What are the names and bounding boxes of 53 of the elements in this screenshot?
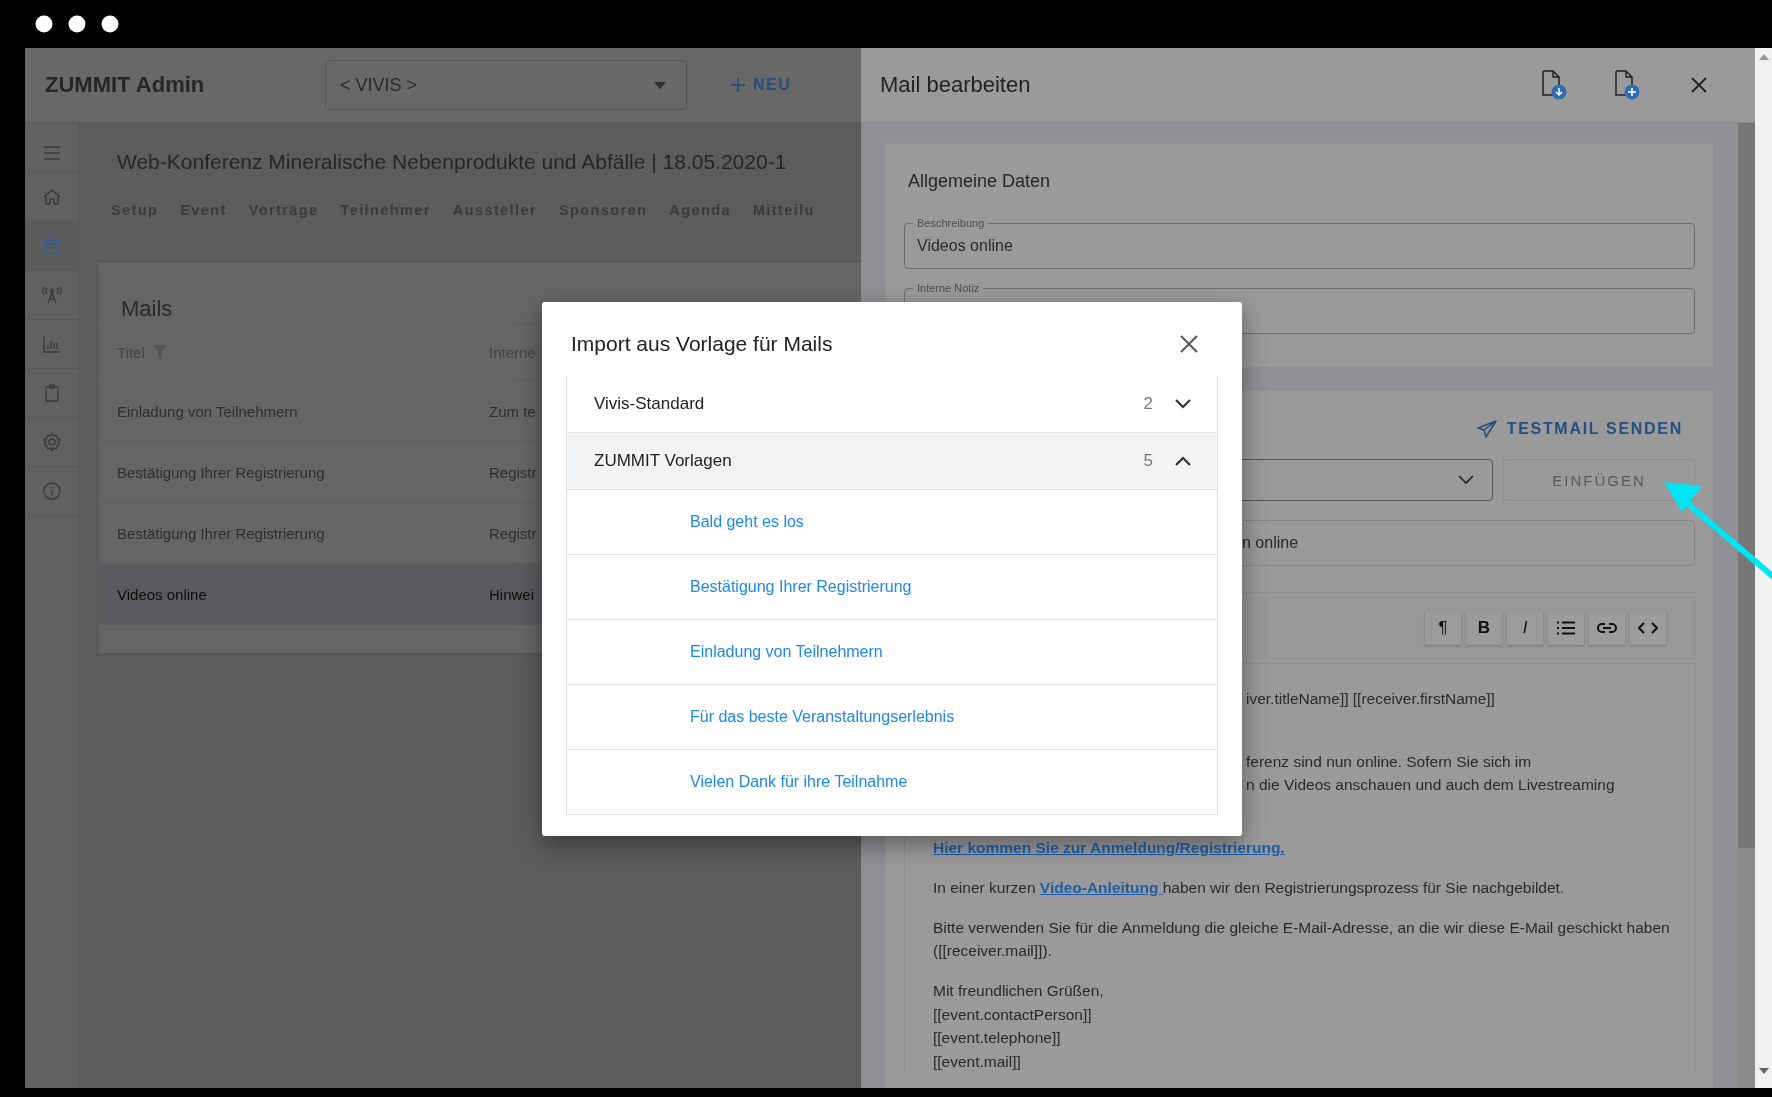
chevron-up-icon: [1175, 456, 1191, 466]
table-cell: Registr: [489, 524, 537, 542]
app-title: ZUMMIT Admin: [45, 72, 206, 98]
template-link[interactable]: Vielen Dank für ihre Teilnahme: [690, 773, 908, 791]
settings-icon[interactable]: [41, 432, 62, 452]
close-icon[interactable]: [1691, 77, 1707, 93]
bold-format-button[interactable]: B: [1466, 611, 1502, 645]
send-testmail-button[interactable]: TESTMAIL SENDEN: [1472, 411, 1687, 447]
template-link[interactable]: Bald geht es los: [690, 513, 804, 531]
new-button[interactable]: NEU: [725, 70, 798, 100]
chevron-down-icon: [1175, 399, 1191, 409]
template-link[interactable]: Einladung von Teilnehmern: [690, 643, 883, 661]
paper-plane-icon: [1476, 420, 1497, 438]
paragraph-format-button[interactable]: ¶: [1425, 611, 1461, 645]
bar-chart-icon[interactable]: [41, 334, 62, 354]
paragraph: Bitte verwenden Sie für die Anmeldung die gleiche E-Mail-Adresse, an die wir diese E-Mail geschickt haben ([[receiver.mail]]).: [933, 917, 1671, 962]
scrollbar[interactable]: [1738, 123, 1755, 1088]
close-icon[interactable]: [1180, 335, 1198, 353]
table-cell: Hinwei: [489, 585, 534, 603]
scroll-up-icon[interactable]: [1758, 54, 1769, 60]
link-icon: [1597, 622, 1617, 634]
italic-format-button[interactable]: I: [1507, 611, 1543, 645]
scroll-down-icon[interactable]: [1758, 1068, 1769, 1074]
code-icon: [1638, 622, 1658, 634]
section-title: Allgemeine Daten: [907, 170, 1052, 193]
card-title: Mails: [121, 296, 173, 323]
file-add-icon[interactable]: [1614, 70, 1640, 100]
chevron-down-icon: [1458, 475, 1474, 485]
paragraph: In einer kurzen Video-Anleitung haben wir den Registrierungsprozess für Sie nachgebildet.: [933, 877, 1566, 898]
menu-icon[interactable]: [41, 143, 62, 163]
dropdown-caret-icon: [654, 81, 666, 89]
paragraph: Mit freundlichen Grüßen, [[event.contactPerson]] [[event.telephone]] [[event.mail]]: [933, 980, 1105, 1073]
page-scrollbar[interactable]: [1755, 48, 1772, 1088]
paragraph: iver.titleName]] [[receiver.firstName]]: [1246, 689, 1496, 709]
code-format-button[interactable]: [1630, 611, 1666, 645]
drawer-title: Mail bearbeiten: [880, 72, 1032, 98]
list-format-button[interactable]: [1548, 611, 1584, 645]
file-download-icon[interactable]: [1541, 70, 1567, 100]
template-link[interactable]: Für das beste Veranstaltungserlebnis: [690, 708, 955, 726]
video-guide-link[interactable]: Video-Anleitung: [1039, 878, 1163, 896]
registration-link[interactable]: Hier kommen Sie zur Anmeldung/Registrierung.: [933, 839, 1285, 857]
info-icon[interactable]: [41, 481, 62, 501]
list-icon: [1557, 621, 1575, 635]
home-icon[interactable]: [41, 187, 62, 207]
dialog-title: Import aus Vorlage für Mails: [571, 332, 833, 356]
plus-icon: [731, 78, 745, 92]
organization-select[interactable]: < VIVIS >: [325, 60, 687, 110]
paragraph: ferenz sind nun online. Sofern Sie sich im n die Videos anschauen und auch dem Livestreaming: [1246, 751, 1616, 796]
table-cell: Registr: [489, 463, 537, 481]
antenna-icon[interactable]: [41, 285, 62, 305]
link-format-button[interactable]: [1589, 611, 1625, 645]
template-group[interactable]: ZUMMIT Vorlagen 5: [567, 433, 1217, 490]
table-cell-text: Videos online: [116, 585, 208, 603]
